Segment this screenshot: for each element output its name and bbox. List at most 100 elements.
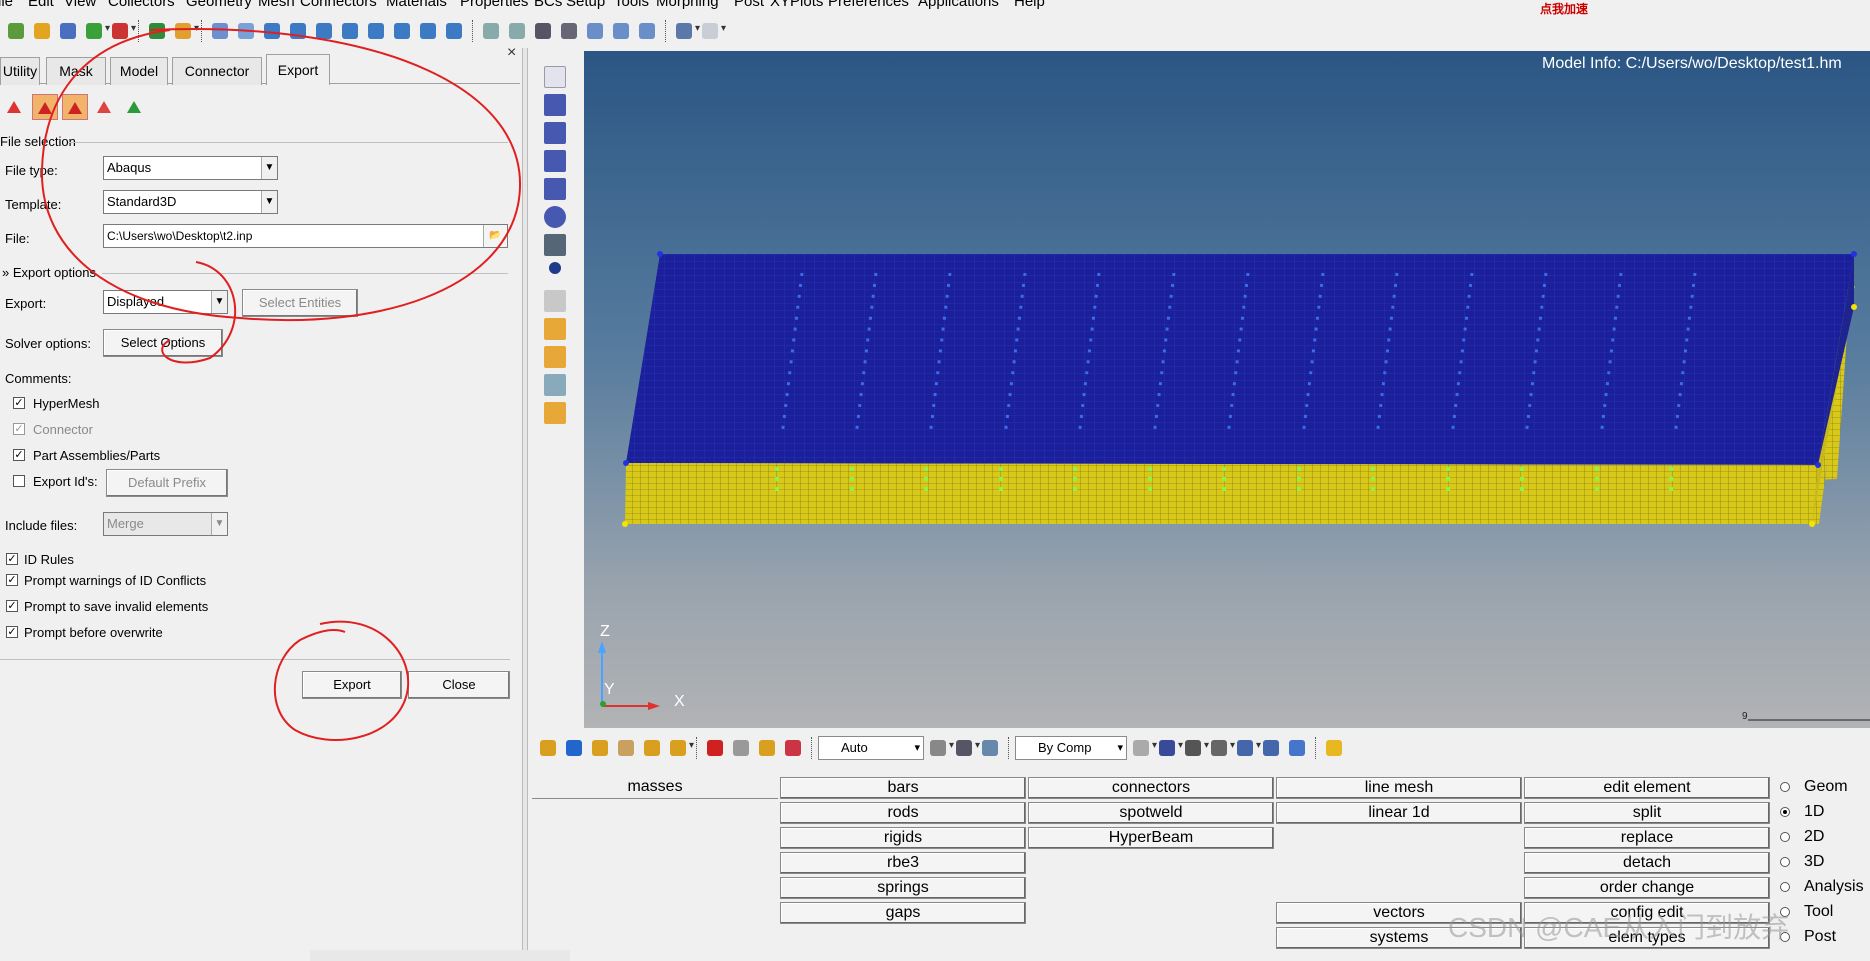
menu-gaps-button[interactable]: gaps: [780, 902, 1026, 924]
solid-display-icon[interactable]: [978, 736, 1002, 760]
surface-display-icon[interactable]: [952, 736, 980, 760]
info-icon[interactable]: [549, 262, 561, 274]
select-options-button[interactable]: Select Options: [103, 329, 223, 357]
spin-icon[interactable]: [635, 19, 659, 43]
menu-xyplots[interactable]: XYPlots: [770, 0, 823, 10]
redo-icon[interactable]: [698, 19, 726, 43]
delete-icon[interactable]: [703, 736, 727, 760]
tab-utility[interactable]: Utility: [0, 57, 40, 85]
id-rules-checkbox[interactable]: ✓: [6, 553, 18, 565]
menu-ile[interactable]: ile: [0, 0, 13, 10]
prompt-invalid-checkbox[interactable]: ✓: [6, 600, 18, 612]
view-axis-icon[interactable]: [312, 19, 336, 43]
radio-geom[interactable]: Geom: [1780, 778, 1848, 796]
tab-export[interactable]: Export: [266, 54, 330, 85]
menu-bars-button[interactable]: bars: [780, 777, 1026, 799]
collector-icon[interactable]: [171, 19, 199, 43]
folder-icon[interactable]: 📂: [483, 225, 507, 247]
menu-help[interactable]: Help: [1014, 0, 1045, 10]
display-icon[interactable]: [544, 178, 566, 200]
export-tcl-icon[interactable]: [122, 94, 148, 120]
menu-linear-1d-button[interactable]: linear 1d: [1276, 802, 1522, 824]
menu-spotweld-button[interactable]: spotweld: [1028, 802, 1274, 824]
pan-hand-icon[interactable]: [557, 19, 581, 43]
menu-hyperbeam-button[interactable]: HyperBeam: [1028, 827, 1274, 849]
pan-horizontal-icon[interactable]: [583, 19, 607, 43]
components-icon[interactable]: [536, 736, 560, 760]
menu-split-button[interactable]: split: [1524, 802, 1770, 824]
systems-icon[interactable]: [614, 736, 638, 760]
label-abc-icon[interactable]: [544, 318, 566, 340]
mask-all-icon[interactable]: [729, 736, 753, 760]
line-icon[interactable]: [1181, 736, 1209, 760]
geometry-display-icon[interactable]: [926, 736, 954, 760]
graphics-viewport[interactable]: Model Info: C:/Users/wo/Desktop/test1.hm: [584, 51, 1870, 728]
wireframe-icon[interactable]: [1129, 736, 1157, 760]
menu-connectors[interactable]: Connectors: [300, 0, 377, 10]
model-browser-icon[interactable]: [145, 19, 169, 43]
shaded-icon[interactable]: [1155, 736, 1183, 760]
export-ids-checkbox[interactable]: [13, 475, 25, 487]
collectors-icon[interactable]: [640, 736, 664, 760]
tab-mask[interactable]: Mask: [46, 57, 106, 85]
radio-2d[interactable]: 2D: [1780, 828, 1824, 846]
display-icon[interactable]: [544, 122, 566, 144]
radio-analysis[interactable]: Analysis: [1780, 878, 1864, 896]
menu-properties[interactable]: Properties: [460, 0, 528, 10]
mask-icon[interactable]: [544, 66, 566, 88]
menu-materials[interactable]: Materials: [386, 0, 447, 10]
prompt-overwrite-checkbox[interactable]: ✓: [6, 626, 18, 638]
display-icon[interactable]: [544, 94, 566, 116]
view-axis-icon[interactable]: [416, 19, 440, 43]
export-solver-deck-icon[interactable]: [32, 94, 58, 120]
menu-detach-button[interactable]: detach: [1524, 852, 1770, 874]
menu-preferences[interactable]: Preferences: [828, 0, 909, 10]
export-button[interactable]: Export: [302, 671, 402, 699]
menu-replace-button[interactable]: replace: [1524, 827, 1770, 849]
menu-bcs[interactable]: BCs: [534, 0, 562, 10]
star-icon[interactable]: [1322, 736, 1346, 760]
layer-icon[interactable]: [1233, 736, 1261, 760]
open-folder-icon[interactable]: [30, 19, 54, 43]
menu-post[interactable]: Post: [734, 0, 764, 10]
export-connectors-icon[interactable]: [92, 94, 118, 120]
menu-tools[interactable]: Tools: [614, 0, 649, 10]
connector-checkbox[interactable]: ✓: [13, 423, 25, 435]
menu-rbe3-button[interactable]: rbe3: [780, 852, 1026, 874]
loads-icon[interactable]: [588, 736, 612, 760]
menu-edit-element-button[interactable]: edit element: [1524, 777, 1770, 799]
label-abc-icon[interactable]: [544, 346, 566, 368]
save-icon[interactable]: [56, 19, 80, 43]
select-entities-button[interactable]: Select Entities: [242, 289, 358, 317]
menu-mesh[interactable]: Mesh: [258, 0, 295, 10]
view-axis-icon[interactable]: [260, 19, 284, 43]
radio-1d[interactable]: 1D: [1780, 803, 1824, 821]
rotate-icon[interactable]: [531, 19, 555, 43]
radio-3d[interactable]: 3D: [1780, 853, 1824, 871]
open-model-icon[interactable]: [4, 19, 28, 43]
number-icon[interactable]: [781, 736, 805, 760]
menu-rigids-button[interactable]: rigids: [780, 827, 1026, 849]
file-path-field[interactable]: C:\Users\wo\Desktop\t2.inp 📂: [103, 224, 508, 248]
transform-icon[interactable]: [544, 374, 566, 396]
menu-geometry[interactable]: Geometry: [186, 0, 252, 10]
export-scope-select[interactable]: Displayed ▼: [103, 290, 228, 314]
elements-icon[interactable]: [562, 736, 586, 760]
view-axis-icon[interactable]: [390, 19, 414, 43]
tab-connector[interactable]: Connector: [172, 57, 262, 85]
hypermesh-checkbox[interactable]: ✓: [13, 397, 25, 409]
menu-springs-button[interactable]: springs: [780, 877, 1026, 899]
plane-icon[interactable]: [1207, 736, 1235, 760]
export-icon[interactable]: [108, 19, 136, 43]
find-icon[interactable]: [544, 206, 566, 228]
back-arrow-icon[interactable]: [234, 19, 258, 43]
pan-vertical-icon[interactable]: [609, 19, 633, 43]
menu-view[interactable]: View: [64, 0, 96, 10]
prompt-conflicts-checkbox[interactable]: ✓: [6, 574, 18, 586]
menu-applications[interactable]: Applications: [918, 0, 999, 10]
menu-order-change-button[interactable]: order change: [1524, 877, 1770, 899]
display-icon[interactable]: [544, 150, 566, 172]
default-prefix-button[interactable]: Default Prefix: [106, 469, 228, 497]
reorder-icon[interactable]: [666, 736, 694, 760]
menu-connectors-button[interactable]: connectors: [1028, 777, 1274, 799]
